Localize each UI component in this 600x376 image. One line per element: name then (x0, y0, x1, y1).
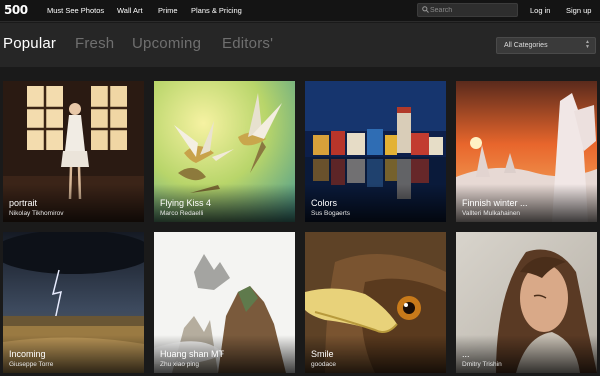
select-arrows-icon: ▲ ▼ (585, 39, 590, 50)
category-select-value: All Categories (504, 42, 548, 49)
photo-title[interactable]: Smile (311, 349, 334, 359)
photo-author[interactable]: Nikolay Tikhomirov (9, 210, 64, 217)
tab-upcoming[interactable]: Upcoming (132, 35, 201, 52)
nav-prime[interactable]: Prime (158, 6, 178, 15)
photo-tile[interactable]: Incoming Giuseppe Torre (3, 232, 144, 373)
nav-wall-art[interactable]: Wall Art (117, 6, 143, 15)
photo-title[interactable]: Flying Kiss 4 (160, 198, 211, 208)
photo-tile[interactable]: Flying Kiss 4 Marco Redaelli (154, 81, 295, 222)
nav-must-see-photos[interactable]: Must See Photos (47, 6, 104, 15)
photo-author[interactable]: Zhu xiao ping (160, 361, 199, 368)
photo-tile[interactable]: Finnish winter ... Vallteri Mulkahainen (456, 81, 597, 222)
top-navigation: 500 Must See Photos Wall Art Prime Plans… (0, 0, 600, 22)
photo-title[interactable]: Huang shan MT (160, 349, 224, 359)
category-select[interactable]: All Categories ▲ ▼ (496, 37, 596, 54)
photo-author[interactable]: goodace (311, 361, 336, 368)
search-input[interactable] (430, 4, 516, 16)
photo-title[interactable]: Finnish winter ... (462, 198, 528, 208)
login-link[interactable]: Log in (530, 6, 550, 15)
photo-author[interactable]: Giuseppe Torre (9, 361, 53, 368)
search-icon (422, 6, 429, 13)
photo-author[interactable]: Sus Bogaerts (311, 210, 350, 217)
photo-title[interactable]: Colors (311, 198, 337, 208)
photo-tile[interactable]: ... Dmitry Trishin (456, 232, 597, 373)
photo-tile[interactable]: Huang shan MT Zhu xiao ping (154, 232, 295, 373)
tab-editors[interactable]: Editors' (222, 35, 273, 52)
photo-tile[interactable]: Smile goodace (305, 232, 446, 373)
tab-fresh[interactable]: Fresh (75, 35, 114, 52)
signup-link[interactable]: Sign up (566, 6, 591, 15)
photo-author[interactable]: Vallteri Mulkahainen (462, 210, 520, 217)
logo[interactable]: 500 (4, 3, 28, 17)
feed-tabs-bar: Popular Fresh Upcoming Editors' All Cate… (0, 23, 600, 67)
photo-title[interactable]: ... (462, 349, 470, 359)
photo-tile[interactable]: Colors Sus Bogaerts (305, 81, 446, 222)
tab-popular[interactable]: Popular (3, 35, 56, 52)
nav-plans-pricing[interactable]: Plans & Pricing (191, 6, 242, 15)
search-box[interactable] (417, 3, 518, 17)
photo-tile[interactable]: portrait Nikolay Tikhomirov (3, 81, 144, 222)
photo-title[interactable]: portrait (9, 198, 37, 208)
photo-author[interactable]: Marco Redaelli (160, 210, 203, 217)
photo-title[interactable]: Incoming (9, 349, 46, 359)
photo-author[interactable]: Dmitry Trishin (462, 361, 502, 368)
